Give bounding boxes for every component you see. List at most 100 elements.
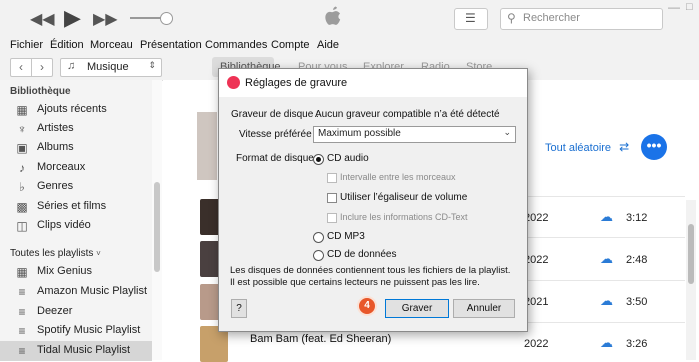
chevron-down-icon: ⌄ [503,127,511,137]
minimize-icon[interactable]: — [668,0,680,14]
sidebar-playlist-spotify[interactable]: ≡ Spotify Music Playlist [10,321,150,341]
playlist-icon: ≡ [18,285,26,299]
search-icon: ⚲ [507,11,516,25]
grid-icon: ▦ [16,103,28,117]
row-divider [520,322,685,323]
sidebar-item-label: Genres [37,180,74,192]
cd-mp3-label: CD MP3 [327,231,365,242]
film-icon: ▩ [16,200,28,214]
album-icon: ▣ [16,141,28,155]
playlists-header-label: Toutes les playlists [10,248,94,259]
volume-knob[interactable] [160,12,173,25]
playlist-icon: ≡ [18,324,26,338]
video-icon: ◫ [16,219,28,233]
sidebar-item-artists[interactable]: ♆ Artistes [10,119,150,139]
menu-aide[interactable]: Aide [317,39,339,51]
cancel-button[interactable]: Annuler [453,299,515,318]
fast-forward-icon[interactable]: ▶▶ [93,9,118,29]
menu-bar: Fichier Édition Morceau Présentation Com… [0,36,699,54]
forward-button[interactable]: › [31,58,53,77]
menu-presentation[interactable]: Présentation [140,39,202,51]
note-icon: ♪ [19,161,25,175]
search-field[interactable]: ⚲ Rechercher [500,8,663,30]
burner-value: Aucun graveur compatible n’a été détecté [315,109,500,120]
sidebar-item-movies[interactable]: ▩ Séries et films [10,197,150,217]
ellipsis-icon: ••• [646,137,662,153]
cd-mp3-radio[interactable] [313,232,324,243]
volume-eq-checkbox[interactable] [327,193,337,203]
list-view-button[interactable]: ☰ [454,8,488,30]
cloud-download-icon[interactable]: ☁ [600,335,613,351]
menu-morceau[interactable]: Morceau [90,39,133,51]
row-divider [520,237,685,238]
music-note-icon: ♫ [67,60,76,72]
row-divider [520,280,685,281]
track-duration: 3:26 [626,338,648,350]
sidebar-item-label: Tidal Music Playlist [37,344,131,356]
step-badge: 4 [357,296,377,316]
gap-checkbox[interactable] [327,173,337,183]
row-divider [520,196,685,197]
cloud-download-icon[interactable]: ☁ [600,209,613,225]
cd-audio-label: CD audio [327,153,369,164]
playlists-header[interactable]: Toutes les playlists ˅ [10,248,101,259]
sidebar-playlist-tidal[interactable]: ≡ Tidal Music Playlist [0,341,152,361]
sidebar-item-label: Séries et films [37,200,107,212]
gap-label: Intervalle entre les morceaux [340,172,456,182]
speed-select[interactable]: Maximum possible ⌄ [313,126,516,143]
cd-text-label: Inclure les informations CD-Text [340,212,468,222]
rewind-icon[interactable]: ◀◀ [30,9,55,29]
sidebar-item-label: Amazon Music Playlist [37,285,148,297]
sidebar-playlist-deezer[interactable]: ≡ Deezer [10,302,150,322]
volume-eq-label: Utiliser l’égaliseur de volume [340,192,468,203]
chevron-right-icon: › [40,60,44,74]
data-cd-radio[interactable] [313,250,324,261]
burner-label: Graveur de disque : [231,109,319,120]
menu-fichier[interactable]: Fichier [10,39,43,51]
sidebar-item-label: Artistes [37,122,74,134]
content-scroll-thumb[interactable] [688,224,694,284]
playlist-icon: ≡ [18,344,26,358]
sidebar-item-recent[interactable]: ▦ Ajouts récents [10,100,150,120]
chevron-left-icon: ‹ [19,60,23,74]
cloud-download-icon[interactable]: ☁ [600,293,613,309]
genius-icon: ▦ [16,265,28,279]
back-button[interactable]: ‹ [10,58,32,77]
media-type-select[interactable]: ♫ Musique ⇕ [60,58,162,77]
search-placeholder: Rechercher [523,12,580,24]
player-bar: ◀◀ ▶ ▶▶ ☰ ⚲ Rechercher — □ [0,0,699,37]
more-options-button[interactable]: ••• [641,134,667,160]
menu-commandes[interactable]: Commandes [205,39,267,51]
play-icon[interactable]: ▶ [64,5,81,31]
cloud-download-icon[interactable]: ☁ [600,251,613,267]
maximize-icon[interactable]: □ [686,1,693,13]
shuffle-all-button[interactable]: Tout aléatoire ⇄ [545,140,629,154]
sidebar-item-label: Mix Genius [37,265,93,277]
sidebar-item-label: Clips vidéo [37,219,91,231]
sidebar-playlist-genius[interactable]: ▦ Mix Genius [10,262,150,282]
sidebar-item-genres[interactable]: ♭ Genres [10,177,150,197]
sidebar-item-albums[interactable]: ▣ Albums [10,138,150,158]
sidebar-playlist-amazon[interactable]: ≡ Amazon Music Playlist [10,282,150,302]
menu-edition[interactable]: Édition [50,39,84,51]
menu-compte[interactable]: Compte [271,39,310,51]
apple-logo-icon [325,6,341,25]
media-type-value: Musique [87,61,129,73]
burn-button[interactable]: Graver [385,299,449,318]
data-cd-label: CD de données [327,249,397,260]
help-button[interactable]: ? [231,299,247,318]
sidebar-scroll-thumb[interactable] [154,182,160,272]
cd-audio-radio[interactable] [313,154,324,165]
track-title: Bam Bam (feat. Ed Sheeran) [250,333,392,345]
dialog-title-bar: Réglages de gravure [219,69,527,97]
chevron-updown-icon: ⇕ [148,60,156,70]
sidebar-item-label: Spotify Music Playlist [37,324,141,336]
library-header: Bibliothèque [10,86,71,97]
sidebar-item-videos[interactable]: ◫ Clips vidéo [10,216,150,236]
sidebar-item-songs[interactable]: ♪ Morceaux [10,158,150,178]
list-icon: ☰ [465,11,476,25]
sidebar-item-label: Deezer [37,305,73,317]
microphone-icon: ♆ [17,122,27,136]
data-disc-info: Les disques de données contiennent tous … [230,265,511,288]
cd-text-checkbox[interactable] [327,213,337,223]
